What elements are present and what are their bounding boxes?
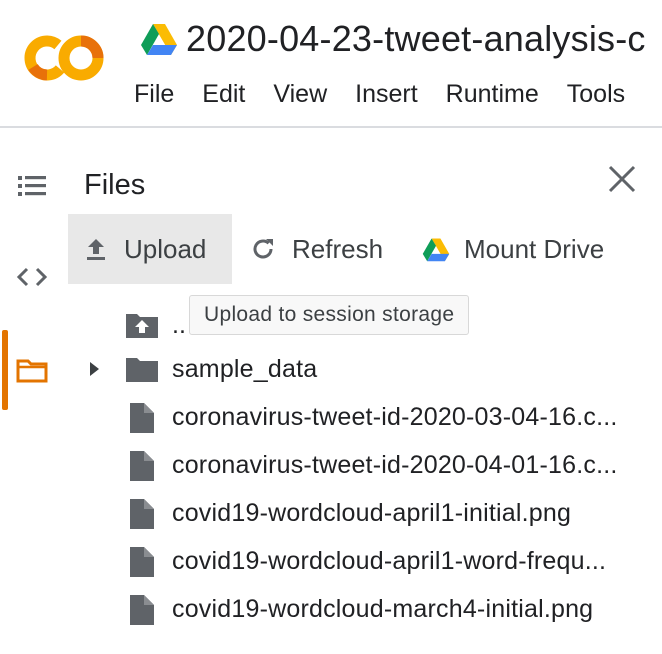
refresh-label: Refresh bbox=[292, 233, 384, 264]
upload-tooltip: Upload to session storage bbox=[189, 295, 470, 335]
mount-drive-label: Mount Drive bbox=[464, 233, 605, 264]
refresh-button[interactable]: Refresh bbox=[246, 214, 383, 284]
file-name: coronavirus-tweet-id-2020-03-04-16.c... bbox=[172, 403, 618, 431]
folder-up-icon bbox=[126, 314, 158, 338]
expand-arrow-icon[interactable] bbox=[84, 358, 104, 380]
file-icon bbox=[130, 547, 154, 577]
file-row[interactable]: covid19-wordcloud-march4-initial.png bbox=[0, 586, 662, 632]
close-icon bbox=[608, 165, 636, 193]
menu-tools[interactable]: Tools bbox=[567, 76, 625, 112]
file-name: sample_data bbox=[172, 355, 318, 383]
menu-view[interactable]: View bbox=[273, 76, 327, 112]
notebook-title[interactable]: 2020-04-23-tweet-analysis-c bbox=[186, 14, 646, 64]
header-divider bbox=[0, 126, 662, 128]
notebook-header: 2020-04-23-tweet-analysis-c File Edit Vi… bbox=[0, 0, 662, 126]
upload-icon bbox=[87, 239, 105, 260]
folder-row-sample-data[interactable]: sample_data bbox=[0, 346, 662, 392]
file-icon bbox=[130, 595, 154, 625]
menu-insert[interactable]: Insert bbox=[355, 76, 418, 112]
file-name: covid19-wordcloud-march4-initial.png bbox=[172, 595, 594, 623]
code-snippets-button[interactable] bbox=[8, 253, 56, 301]
menu-file[interactable]: File bbox=[134, 76, 174, 112]
upload-button[interactable]: Upload bbox=[68, 214, 232, 284]
file-row[interactable]: coronavirus-tweet-id-2020-04-01-16.c... bbox=[0, 442, 662, 488]
table-of-contents-button[interactable] bbox=[8, 162, 56, 210]
file-row[interactable]: covid19-wordcloud-april1-word-frequ... bbox=[0, 538, 662, 584]
code-snippets-icon bbox=[16, 267, 48, 287]
file-row[interactable]: coronavirus-tweet-id-2020-03-04-16.c... bbox=[0, 394, 662, 440]
file-name: coronavirus-tweet-id-2020-04-01-16.c... bbox=[172, 451, 618, 479]
file-row[interactable]: covid19-wordcloud-april1-initial.png bbox=[0, 490, 662, 536]
refresh-icon bbox=[253, 239, 273, 259]
close-panel-button[interactable] bbox=[600, 157, 644, 201]
files-panel-title: Files bbox=[84, 169, 146, 201]
file-icon bbox=[130, 451, 154, 481]
colab-logo[interactable] bbox=[20, 32, 106, 84]
folder-icon bbox=[126, 358, 158, 382]
upload-label: Upload bbox=[124, 233, 207, 264]
file-icon bbox=[130, 499, 154, 529]
mount-drive-button[interactable]: Mount Drive bbox=[418, 214, 604, 284]
file-name: covid19-wordcloud-april1-initial.png bbox=[172, 499, 572, 527]
file-icon bbox=[130, 403, 154, 433]
menu-edit[interactable]: Edit bbox=[202, 76, 245, 112]
menu-runtime[interactable]: Runtime bbox=[446, 76, 539, 112]
menu-bar: File Edit View Insert Runtime Tools bbox=[134, 76, 625, 112]
file-name: covid19-wordcloud-april1-word-frequ... bbox=[172, 547, 607, 575]
google-drive-icon bbox=[141, 24, 177, 55]
google-drive-icon bbox=[422, 237, 450, 261]
parent-directory-label: .. bbox=[172, 311, 186, 339]
table-of-contents-icon bbox=[18, 176, 46, 196]
